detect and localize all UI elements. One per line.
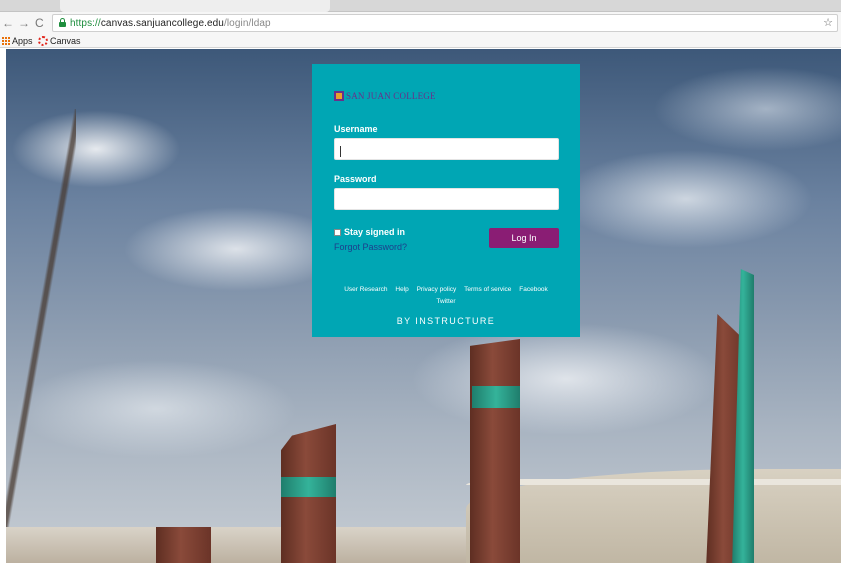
- bookmark-canvas[interactable]: Canvas: [38, 35, 81, 47]
- bookmarks-bar: Apps Canvas: [0, 34, 841, 48]
- bookmark-apps[interactable]: Apps: [2, 35, 33, 47]
- canvas-logo-icon: [38, 36, 48, 46]
- instructure-logo[interactable]: BY INSTRUCTURE: [312, 316, 580, 326]
- password-label: Password: [334, 174, 377, 184]
- lock-icon: [59, 18, 66, 27]
- bookmark-star-icon[interactable]: ☆: [823, 16, 833, 29]
- sculpture-block: [156, 527, 211, 563]
- login-button[interactable]: Log In: [489, 228, 559, 248]
- sculpture-pillar-center: [470, 339, 520, 563]
- browser-tab[interactable]: [60, 0, 330, 12]
- tree-branches: [6, 109, 76, 563]
- footer-links: User Research Help Privacy policy Terms …: [330, 284, 562, 308]
- college-name: SAN JUAN COLLEGE: [346, 91, 436, 101]
- text-cursor: [340, 146, 341, 157]
- sculpture-band-left: [281, 477, 336, 497]
- stay-signed-in-checkbox[interactable]: [334, 228, 341, 236]
- footer-link-user-research[interactable]: User Research: [344, 286, 387, 293]
- sculpture-band-center: [472, 386, 520, 408]
- back-arrow-icon[interactable]: ←: [2, 15, 14, 31]
- footer-link-twitter[interactable]: Twitter: [436, 298, 455, 305]
- login-card: SAN JUAN COLLEGE Username Password Stay …: [312, 64, 580, 337]
- password-input[interactable]: [334, 188, 559, 210]
- college-logo-icon: [334, 91, 344, 101]
- url-scheme: https://: [70, 18, 101, 29]
- footer-link-terms-of-service[interactable]: Terms of service: [464, 286, 511, 293]
- address-bar[interactable]: https://canvas.sanjuancollege.edu/login/…: [52, 14, 838, 32]
- apps-grid-icon: [2, 37, 10, 45]
- college-logo: SAN JUAN COLLEGE: [334, 91, 436, 101]
- url-host: canvas.sanjuancollege.edu: [100, 18, 224, 29]
- forgot-password-link[interactable]: Forgot Password?: [334, 242, 407, 252]
- username-label: Username: [334, 124, 378, 134]
- reload-icon[interactable]: C: [35, 15, 44, 31]
- bookmark-canvas-label: Canvas: [50, 36, 81, 46]
- building-stripe: [466, 479, 841, 485]
- low-wall: [6, 527, 476, 563]
- url-path: /login/ldap: [223, 18, 271, 29]
- forward-arrow-icon[interactable]: →: [18, 15, 30, 31]
- stay-signed-in-label[interactable]: Stay signed in: [344, 227, 405, 237]
- footer-link-privacy-policy[interactable]: Privacy policy: [417, 286, 457, 293]
- username-input[interactable]: [334, 138, 559, 160]
- bookmark-apps-label: Apps: [12, 36, 33, 46]
- stay-signed-in-row: Stay signed in: [334, 227, 405, 237]
- footer-link-facebook[interactable]: Facebook: [519, 286, 548, 293]
- browser-tab-strip: [0, 0, 841, 12]
- url-text: https://canvas.sanjuancollege.edu/login/…: [70, 17, 271, 30]
- footer-link-help[interactable]: Help: [395, 286, 408, 293]
